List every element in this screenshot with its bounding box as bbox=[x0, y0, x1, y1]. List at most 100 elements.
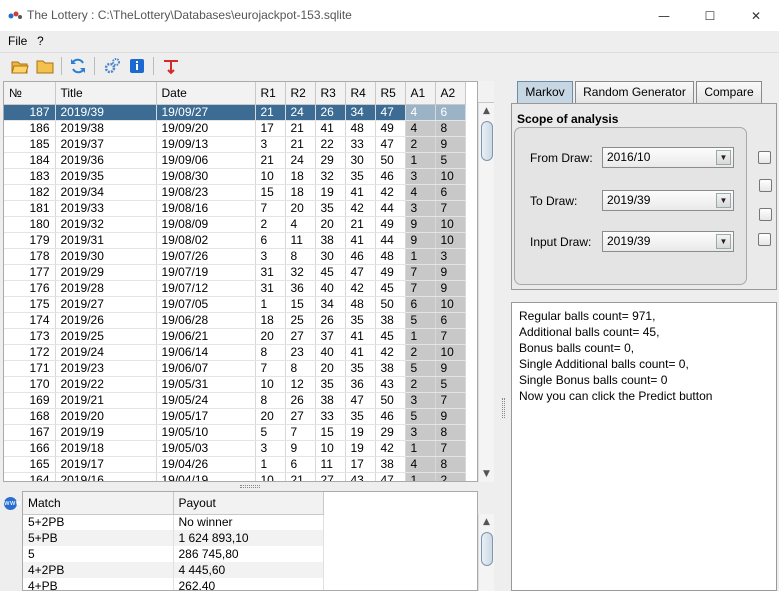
table-cell: 166 bbox=[4, 440, 56, 457]
chevron-down-icon[interactable]: ▼ bbox=[716, 234, 731, 249]
option-checkbox[interactable] bbox=[759, 208, 772, 221]
chevron-down-icon[interactable]: ▼ bbox=[716, 193, 731, 208]
scroll-up-arrow-icon[interactable]: ▲ bbox=[479, 514, 494, 530]
column-header[interactable]: R5 bbox=[375, 82, 406, 105]
option-checkbox[interactable] bbox=[758, 233, 771, 246]
input-draw-select[interactable]: 2019/39 ▼ bbox=[602, 231, 734, 252]
scroll-down-arrow-icon[interactable]: ▼ bbox=[479, 466, 494, 482]
table-row[interactable]: 183 2019/35 19/08/30 10 18 32 35 46 3 10 bbox=[4, 168, 466, 185]
payout-table-scrollbar[interactable]: ▲ bbox=[478, 514, 494, 591]
table-cell: 19/08/30 bbox=[156, 168, 256, 185]
table-row[interactable]: 187 2019/39 19/09/27 21 24 26 34 47 4 6 bbox=[4, 104, 466, 121]
chevron-down-icon[interactable]: ▼ bbox=[716, 150, 731, 165]
table-cell: 35 bbox=[345, 168, 376, 185]
table-cell: 4 bbox=[405, 456, 436, 473]
column-header[interactable]: Payout bbox=[173, 492, 324, 515]
column-header[interactable]: R2 bbox=[285, 82, 316, 105]
column-header[interactable]: R1 bbox=[255, 82, 286, 105]
table-cell: 2019/30 bbox=[55, 248, 157, 265]
column-header[interactable]: R4 bbox=[345, 82, 376, 105]
table-row[interactable]: 5+2PB No winner bbox=[23, 514, 324, 530]
table-row[interactable]: 164 2019/16 19/04/19 10 21 27 43 47 1 2 bbox=[4, 472, 466, 481]
column-header[interactable]: Match bbox=[23, 492, 174, 515]
table-row[interactable]: 169 2019/21 19/05/24 8 26 38 47 50 3 7 bbox=[4, 392, 466, 409]
table-row[interactable]: 186 2019/38 19/09/20 17 21 41 48 49 4 8 bbox=[4, 120, 466, 137]
to-draw-label: To Draw: bbox=[530, 194, 578, 208]
table-row[interactable]: 180 2019/32 19/08/09 2 4 20 21 49 9 10 bbox=[4, 216, 466, 233]
draws-table-scrollbar[interactable]: ▲ ▼ bbox=[478, 103, 494, 482]
exit-button[interactable] bbox=[160, 56, 182, 76]
column-header[interactable]: A1 bbox=[405, 82, 436, 105]
column-header[interactable]: A2 bbox=[435, 82, 466, 105]
table-row[interactable]: 177 2019/29 19/07/19 31 32 45 47 49 7 9 bbox=[4, 264, 466, 281]
close-button[interactable]: ✕ bbox=[733, 0, 779, 31]
table-row[interactable]: 168 2019/20 19/05/17 20 27 33 35 46 5 9 bbox=[4, 408, 466, 425]
settings-button[interactable] bbox=[101, 56, 123, 76]
open-database-button[interactable] bbox=[9, 56, 31, 76]
vertical-splitter[interactable] bbox=[500, 78, 508, 591]
table-row[interactable]: 178 2019/30 19/07/26 3 8 30 46 48 1 3 bbox=[4, 248, 466, 265]
table-row[interactable]: 179 2019/31 19/08/02 6 11 38 41 44 9 10 bbox=[4, 232, 466, 249]
table-cell: 9 bbox=[405, 216, 436, 233]
table-cell: 19/09/20 bbox=[156, 120, 256, 137]
table-row[interactable]: 5+PB 1 624 893,10 bbox=[23, 530, 324, 546]
table-row[interactable]: 176 2019/28 19/07/12 31 36 40 42 45 7 9 bbox=[4, 280, 466, 297]
folder-button[interactable] bbox=[34, 56, 56, 76]
table-row[interactable]: 181 2019/33 19/08/16 7 20 35 42 44 3 7 bbox=[4, 200, 466, 217]
tab-markov[interactable]: Markov bbox=[517, 81, 573, 103]
table-row[interactable]: 172 2019/24 19/06/14 8 23 40 41 42 2 10 bbox=[4, 344, 466, 361]
menu-help[interactable]: ? bbox=[37, 34, 44, 48]
table-cell: 44 bbox=[375, 200, 406, 217]
refresh-button[interactable] bbox=[67, 56, 89, 76]
scrollbar-thumb[interactable] bbox=[481, 532, 493, 566]
table-row[interactable]: 182 2019/34 19/08/23 15 18 19 41 42 4 6 bbox=[4, 184, 466, 201]
table-cell: 41 bbox=[345, 232, 376, 249]
scroll-up-arrow-icon[interactable]: ▲ bbox=[479, 103, 494, 119]
table-cell: 179 bbox=[4, 232, 56, 249]
table-row[interactable]: 185 2019/37 19/09/13 3 21 22 33 47 2 9 bbox=[4, 136, 466, 153]
option-checkbox[interactable] bbox=[759, 179, 772, 192]
table-row[interactable]: 4+PB 262,40 bbox=[23, 578, 324, 590]
table-cell: 36 bbox=[345, 376, 376, 393]
table-row[interactable]: 4+2PB 4 445,60 bbox=[23, 562, 324, 578]
table-cell: 34 bbox=[345, 104, 376, 121]
table-row[interactable]: 5 286 745,80 bbox=[23, 546, 324, 562]
table-row[interactable]: 173 2019/25 19/06/21 20 27 37 41 45 1 7 bbox=[4, 328, 466, 345]
table-row[interactable]: 174 2019/26 19/06/28 18 25 26 35 38 5 6 bbox=[4, 312, 466, 329]
table-cell: 45 bbox=[315, 264, 346, 281]
table-cell: 19/07/19 bbox=[156, 264, 256, 281]
horizontal-splitter[interactable] bbox=[0, 483, 500, 490]
table-cell: 8 bbox=[285, 360, 316, 377]
table-row[interactable]: 184 2019/36 19/09/06 21 24 29 30 50 1 5 bbox=[4, 152, 466, 169]
table-row[interactable]: 167 2019/19 19/05/10 5 7 15 19 29 3 8 bbox=[4, 424, 466, 441]
column-header[interactable]: Date bbox=[156, 82, 256, 105]
table-row[interactable]: 166 2019/18 19/05/03 3 9 10 19 42 1 7 bbox=[4, 440, 466, 457]
table-cell: 2 bbox=[435, 472, 466, 481]
table-cell: 8 bbox=[435, 120, 466, 137]
table-row[interactable]: 175 2019/27 19/07/05 1 15 34 48 50 6 10 bbox=[4, 296, 466, 313]
table-cell: 19/06/28 bbox=[156, 312, 256, 329]
column-header[interactable]: R3 bbox=[315, 82, 346, 105]
column-header[interactable]: Title bbox=[55, 82, 157, 105]
column-header[interactable]: № bbox=[4, 82, 56, 105]
table-row[interactable]: 170 2019/22 19/05/31 10 12 35 36 43 2 5 bbox=[4, 376, 466, 393]
table-cell: 33 bbox=[315, 408, 346, 425]
window-title: The Lottery : C:\TheLottery\Databases\eu… bbox=[27, 8, 352, 22]
table-row[interactable]: 165 2019/17 19/04/26 1 6 11 17 38 4 8 bbox=[4, 456, 466, 473]
table-cell: 20 bbox=[285, 200, 316, 217]
table-cell: 1 bbox=[405, 328, 436, 345]
table-cell: 1 bbox=[405, 472, 436, 481]
tab-random-generator[interactable]: Random Generator bbox=[575, 81, 694, 103]
info-icon bbox=[130, 59, 144, 73]
table-row[interactable]: 171 2019/23 19/06/07 7 8 20 35 38 5 9 bbox=[4, 360, 466, 377]
info-button[interactable] bbox=[126, 56, 148, 76]
from-draw-select[interactable]: 2016/10 ▼ bbox=[602, 147, 734, 168]
to-draw-select[interactable]: 2019/39 ▼ bbox=[602, 190, 734, 211]
scrollbar-thumb[interactable] bbox=[481, 121, 493, 161]
option-checkbox[interactable] bbox=[758, 151, 771, 164]
maximize-button[interactable]: ☐ bbox=[687, 0, 733, 31]
table-cell: 41 bbox=[345, 344, 376, 361]
minimize-button[interactable]: — bbox=[641, 0, 687, 31]
menu-file[interactable]: File bbox=[8, 34, 27, 48]
tab-compare[interactable]: Compare bbox=[696, 81, 762, 103]
